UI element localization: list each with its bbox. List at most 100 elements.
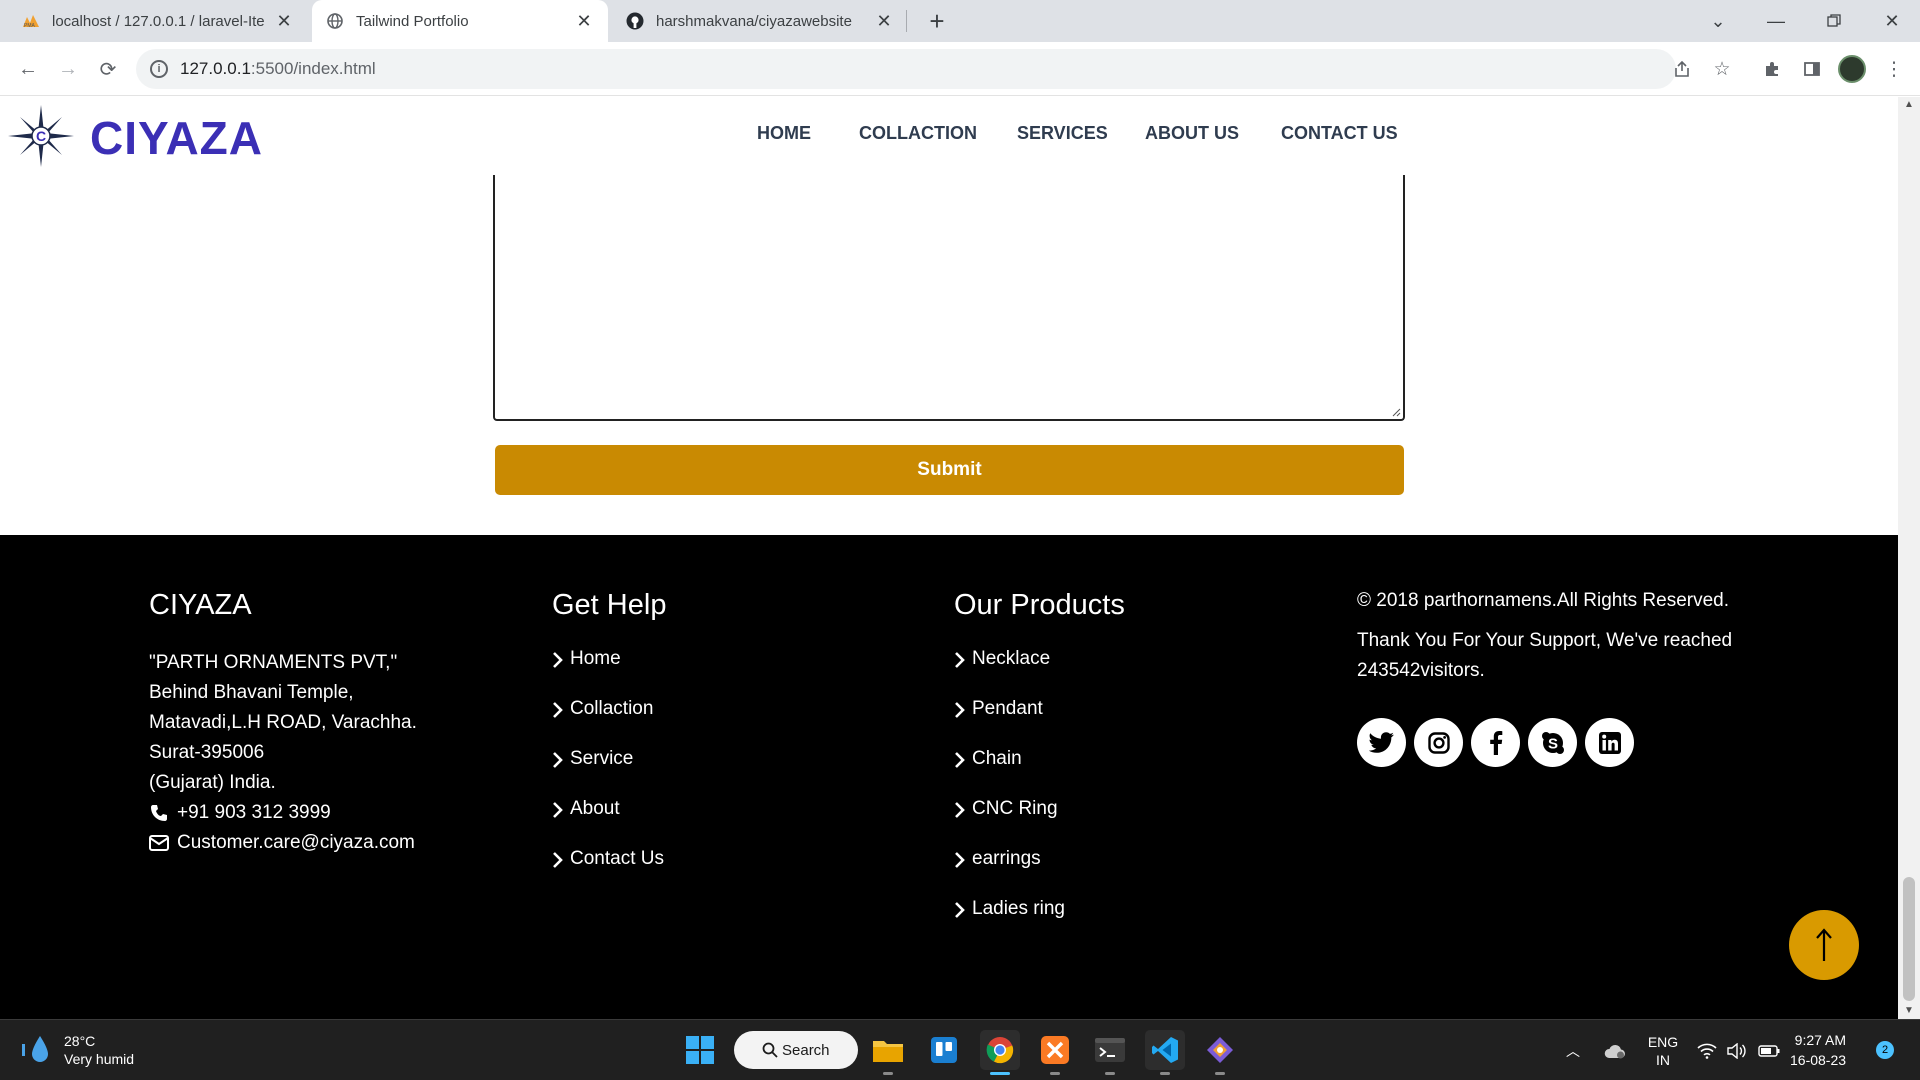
share-icon[interactable] bbox=[1666, 53, 1698, 85]
chevron-right-icon bbox=[954, 851, 966, 869]
nav-collaction[interactable]: COLLACTION bbox=[859, 123, 977, 144]
running-indicator bbox=[990, 1072, 1010, 1075]
footer-link-label: Necklace bbox=[972, 648, 1051, 669]
footer-email[interactable]: Customer.care@ciyaza.com bbox=[149, 828, 417, 858]
footer-product-chain[interactable]: Chain bbox=[954, 748, 1125, 798]
rain-drop-icon bbox=[22, 1036, 48, 1062]
phone-number: +91 903 312 3999 bbox=[177, 802, 331, 823]
notification-badge[interactable]: 2 bbox=[1876, 1041, 1894, 1059]
tab-separator bbox=[906, 10, 907, 32]
tab-title: Tailwind Portfolio bbox=[356, 12, 469, 30]
profile-avatar[interactable] bbox=[1838, 55, 1866, 83]
copyright-text: © 2018 parthornamens.All Rights Reserved… bbox=[1357, 590, 1730, 611]
footer-product-ladies-ring[interactable]: Ladies ring bbox=[954, 898, 1125, 948]
system-clock[interactable]: 9:27 AM 16-08-23 bbox=[1790, 1030, 1846, 1070]
linkedin-icon[interactable] bbox=[1585, 718, 1634, 767]
bookmark-star-icon[interactable]: ☆ bbox=[1706, 53, 1738, 85]
trello-icon[interactable] bbox=[924, 1030, 964, 1070]
language-indicator[interactable]: ENG IN bbox=[1640, 1020, 1686, 1080]
clock-time: 9:27 AM bbox=[1794, 1032, 1847, 1048]
chevron-right-icon bbox=[954, 751, 966, 769]
weather-widget[interactable]: 28°C Very humid bbox=[20, 1032, 134, 1068]
instagram-icon[interactable] bbox=[1414, 718, 1463, 767]
nav-contact-us[interactable]: CONTACT US bbox=[1281, 123, 1398, 144]
scrollbar-thumb[interactable] bbox=[1903, 877, 1915, 1001]
nav-about-us[interactable]: ABOUT US bbox=[1145, 123, 1239, 144]
battery-icon[interactable] bbox=[1754, 1020, 1784, 1080]
minimize-button[interactable]: — bbox=[1748, 0, 1804, 42]
footer-link-about[interactable]: About bbox=[552, 798, 666, 848]
footer-product-pendant[interactable]: Pendant bbox=[954, 698, 1125, 748]
windows-start-icon[interactable] bbox=[680, 1030, 720, 1070]
footer-link-label: Service bbox=[570, 748, 634, 769]
close-icon[interactable]: ✕ bbox=[274, 11, 294, 31]
footer-link-label: CNC Ring bbox=[972, 798, 1058, 819]
site-info-icon[interactable]: i bbox=[150, 60, 168, 78]
close-window-button[interactable]: ✕ bbox=[1864, 0, 1920, 42]
chevron-up-icon[interactable]: ︿ bbox=[1560, 1020, 1586, 1080]
taskbar-search[interactable]: Search bbox=[734, 1031, 858, 1069]
volume-icon[interactable] bbox=[1724, 1020, 1750, 1080]
twitter-icon[interactable] bbox=[1357, 718, 1406, 767]
address-bar[interactable]: i 127.0.0.1:5500/index.html bbox=[136, 49, 1676, 89]
chevron-right-icon bbox=[954, 651, 966, 669]
message-textarea[interactable] bbox=[493, 157, 1405, 421]
tab-phpmyadmin[interactable]: PMA localhost / 127.0.0.1 / laravel-Ite … bbox=[8, 0, 308, 42]
forward-arrow-icon[interactable]: → bbox=[52, 53, 84, 85]
url-path: :5500/index.html bbox=[250, 59, 376, 78]
scroll-down-arrow-icon[interactable]: ▼ bbox=[1904, 1005, 1914, 1016]
close-icon[interactable]: ✕ bbox=[574, 11, 594, 31]
tab-github[interactable]: harshmakvana/ciyazawebsite ✕ bbox=[612, 0, 908, 42]
extensions-puzzle-icon[interactable] bbox=[1756, 53, 1788, 85]
running-indicator bbox=[1105, 1072, 1115, 1075]
new-tab-button[interactable]: + bbox=[922, 6, 952, 36]
xampp-icon[interactable] bbox=[1035, 1030, 1075, 1075]
search-icon bbox=[762, 1042, 778, 1058]
chrome-icon[interactable] bbox=[980, 1030, 1020, 1075]
side-panel-icon[interactable] bbox=[1796, 53, 1828, 85]
vscode-icon[interactable] bbox=[1145, 1030, 1185, 1075]
footer-link-label: Contact Us bbox=[570, 848, 664, 869]
chrome-menu-icon[interactable]: ⋮ bbox=[1878, 53, 1910, 85]
footer-link-collaction[interactable]: Collaction bbox=[552, 698, 666, 748]
weather-temperature: 28°C bbox=[64, 1033, 96, 1049]
scroll-to-top-button[interactable] bbox=[1789, 910, 1859, 980]
page-scrollbar[interactable]: ▲ ▼ bbox=[1898, 97, 1920, 1019]
footer-product-cnc-ring[interactable]: CNC Ring bbox=[954, 798, 1125, 848]
onedrive-cloud-icon[interactable] bbox=[1600, 1020, 1630, 1080]
git-tool-icon[interactable] bbox=[1200, 1030, 1240, 1075]
submit-button[interactable]: Submit bbox=[495, 445, 1404, 495]
restore-button[interactable] bbox=[1806, 0, 1862, 42]
file-explorer-icon[interactable] bbox=[868, 1030, 908, 1075]
close-icon[interactable]: ✕ bbox=[874, 11, 894, 31]
scroll-up-arrow-icon[interactable]: ▲ bbox=[1904, 99, 1914, 110]
skype-icon[interactable]: S bbox=[1528, 718, 1577, 767]
globe-icon bbox=[326, 12, 344, 30]
footer-product-necklace[interactable]: Necklace bbox=[954, 648, 1125, 698]
footer-link-service[interactable]: Service bbox=[552, 748, 666, 798]
site-logo-text[interactable]: CIYAZA bbox=[90, 111, 263, 165]
nav-services[interactable]: SERVICES bbox=[1017, 123, 1108, 144]
footer-link-home[interactable]: Home bbox=[552, 648, 666, 698]
facebook-icon[interactable] bbox=[1471, 718, 1520, 767]
nav-home[interactable]: HOME bbox=[757, 123, 811, 144]
resize-grip-icon[interactable] bbox=[1391, 407, 1401, 417]
wifi-icon[interactable] bbox=[1694, 1020, 1720, 1080]
footer-link-label: Collaction bbox=[570, 698, 654, 719]
tab-search-chevron-icon[interactable]: ⌄ bbox=[1690, 0, 1746, 42]
footer-products-title: Our Products bbox=[954, 589, 1125, 621]
footer-phone[interactable]: +91 903 312 3999 bbox=[149, 798, 417, 828]
tab-tailwind-portfolio[interactable]: Tailwind Portfolio ✕ bbox=[312, 0, 608, 42]
reload-icon[interactable]: ⟳ bbox=[92, 53, 124, 85]
footer-link-contact[interactable]: Contact Us bbox=[552, 848, 666, 898]
footer-product-earrings[interactable]: earrings bbox=[954, 848, 1125, 898]
compass-logo-icon[interactable]: C bbox=[6, 103, 76, 169]
terminal-icon[interactable] bbox=[1090, 1030, 1130, 1075]
email-address: Customer.care@ciyaza.com bbox=[177, 832, 415, 853]
chevron-right-icon bbox=[954, 901, 966, 919]
address-line: Surat-395006 bbox=[149, 742, 265, 763]
weather-condition: Very humid bbox=[64, 1051, 135, 1067]
visitor-count-text: Thank You For Your Support, We've reache… bbox=[1357, 630, 1733, 681]
back-arrow-icon[interactable]: ← bbox=[12, 53, 44, 85]
tab-title: harshmakvana/ciyazawebsite bbox=[656, 12, 852, 30]
